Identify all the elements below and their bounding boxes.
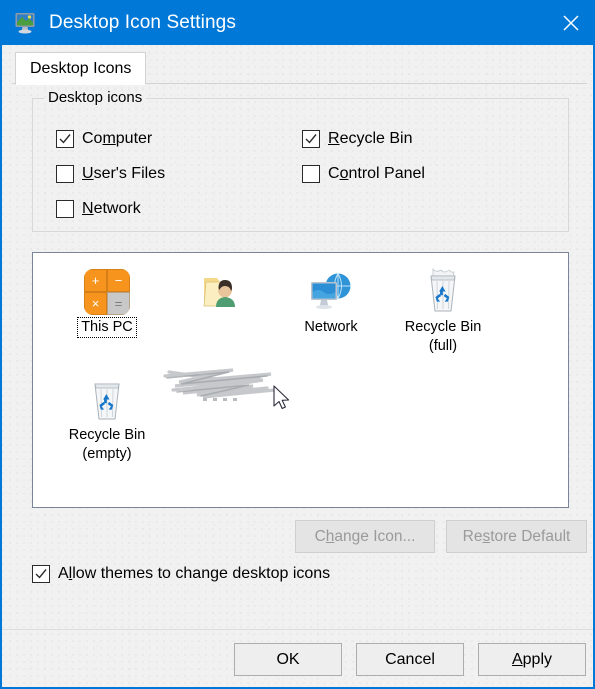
apply-button[interactable]: Apply [478,643,586,676]
checkbox-box [32,565,50,583]
checkbox-recycle-bin[interactable]: Recycle Bin [302,130,412,148]
icon-cell-recycle-bin-empty[interactable]: Recycle Bin (empty) [45,371,169,464]
cancel-label: Cancel [385,650,435,668]
recycle-bin-empty-icon [94,383,120,420]
recycle-bin-full-icon [430,267,456,312]
checkbox-label-recycle-bin: Recycle Bin [328,130,413,147]
icon-sublabel-recycle-bin-full: (full) [428,338,458,354]
checkbox-users-files[interactable]: User's Files [56,165,165,183]
checkbox-label-network: Network [82,200,141,217]
close-icon [560,12,582,34]
calculator-icon: + − × = [45,263,169,315]
checkbox-computer[interactable]: Computer [56,130,152,148]
checkbox-box [56,130,74,148]
apply-label: Apply [511,650,553,668]
change-icon-button[interactable]: Change Icon... [295,520,435,553]
tab-desktop-icons[interactable]: Desktop Icons [15,52,147,85]
restore-default-button[interactable]: Restore Default [446,520,587,553]
user-folder-icon [203,278,235,307]
icon-preview-list[interactable]: + − × = This PC Network Recycle Bin (full) Recyc… [32,252,569,508]
redacted-label [157,318,281,401]
tab-label: Desktop Icons [30,59,132,77]
checkbox-label-computer: Computer [82,130,153,147]
checkbox-control-panel[interactable]: Control Panel [302,165,425,183]
desktop-icons-panel: Desktop icons Computer User's Files Networ… [12,84,587,629]
checkbox-box [302,130,320,148]
checkbox-label-control-panel: Control Panel [328,165,425,182]
icon-label-network-icon: Network [304,319,358,335]
allow-themes-checkbox[interactable]: Allow themes to change desktop icons [32,565,330,583]
recycle-bin-full-icon [381,263,505,315]
checkmark-icon [35,569,47,579]
network-monitor-icon [311,273,351,309]
close-button[interactable] [547,0,593,45]
icon-cell-this-pc[interactable]: + − × = This PC [45,263,169,338]
title-bar: Desktop Icon Settings [2,0,593,45]
ok-button[interactable]: OK [234,643,342,676]
groupbox-title: Desktop icons [44,89,147,106]
checkbox-label-users-files: User's Files [82,165,166,182]
footer-separator [2,629,593,630]
recycle-bin-empty-icon [45,371,169,423]
icon-label-recycle-bin-empty: Recycle Bin [68,427,146,443]
tab-strip: Desktop Icons [12,52,587,85]
icon-cell-recycle-bin-full[interactable]: Recycle Bin (full) [381,263,505,356]
checkmark-icon [59,134,71,144]
user-folder-icon [157,263,281,315]
checkbox-box [302,165,320,183]
cancel-button[interactable]: Cancel [356,643,464,676]
ok-label: OK [276,650,300,668]
window-title: Desktop Icon Settings [49,11,236,33]
calculator-icon: + − × = [84,269,130,315]
checkbox-network[interactable]: Network [56,200,141,218]
change-icon-label: Change Icon... [314,527,416,545]
network-monitor-icon [269,263,393,315]
desktop-icon-settings-window: Desktop Icon Settings Desktop Icons Desk… [0,0,595,689]
checkmark-icon [305,134,317,144]
icon-label-recycle-bin-full: Recycle Bin [404,319,482,335]
icon-cell-network-icon[interactable]: Network [269,263,393,337]
checkbox-box [56,165,74,183]
checkbox-box [56,200,74,218]
monitor-desktop-icon [13,10,39,36]
icon-label-this-pc: This PC [77,317,137,338]
restore-default-label: Restore Default [462,527,571,545]
icon-sublabel-recycle-bin-empty: (empty) [82,446,132,462]
allow-themes-label: Allow themes to change desktop icons [58,565,331,582]
icon-cell-users-files-icon[interactable] [157,263,281,401]
